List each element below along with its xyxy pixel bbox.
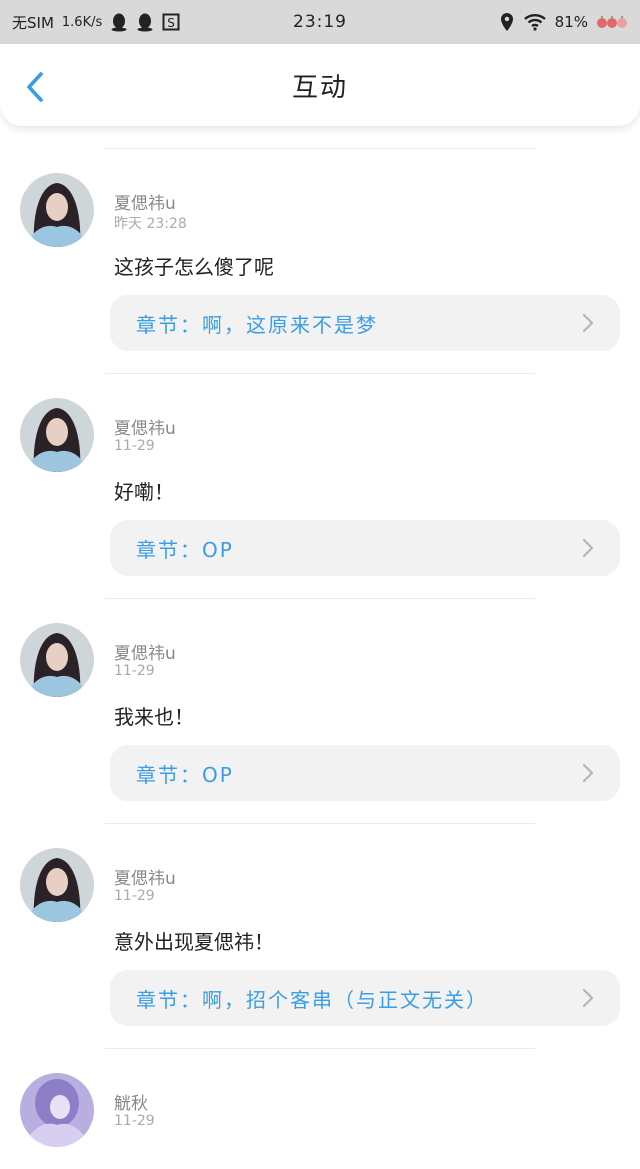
- chapter-label: 章节：OP: [136, 762, 234, 787]
- chapter-label: 章节：啊，招个客串（与正文无关）: [136, 987, 488, 1012]
- list-item: 夏偲祎u 11-29 意外出现夏偲祎！ 章节：啊，招个客串（与正文无关）: [0, 824, 640, 1048]
- status-bar: 无SIM 1.6K/s S 23:19 81%: [0, 0, 640, 44]
- avatar[interactable]: [20, 848, 94, 922]
- battery-percent: 81%: [554, 13, 588, 31]
- username[interactable]: 夏偲祎u: [114, 864, 176, 889]
- chevron-left-icon: [27, 72, 43, 102]
- chapter-link[interactable]: 章节：啊，这原来不是梦: [110, 295, 620, 351]
- username[interactable]: 夏偲祎u: [114, 414, 176, 439]
- avatar[interactable]: [20, 623, 94, 697]
- timestamp: 11-29: [114, 663, 155, 679]
- list-item: 觥秋 11-29: [0, 1049, 640, 1169]
- timestamp: 昨天 23:28: [114, 216, 187, 232]
- location-icon: [499, 12, 515, 32]
- carrier-label: 无SIM: [12, 13, 54, 32]
- qq-icon: [110, 12, 128, 32]
- username[interactable]: 夏偲祎u: [114, 189, 176, 214]
- svg-text:S: S: [167, 16, 175, 30]
- username[interactable]: 觥秋: [114, 1089, 148, 1114]
- app-s-icon: S: [162, 13, 180, 31]
- network-speed: 1.6K/s: [61, 14, 103, 30]
- list-item: 夏偲祎u 11-29 好嘞！ 章节：OP: [0, 374, 640, 598]
- username[interactable]: 夏偲祎u: [114, 639, 176, 664]
- comment-text: 我来也！: [114, 705, 194, 729]
- chevron-right-icon: [582, 988, 594, 1008]
- list-item: 夏偲祎u 11-29 我来也！ 章节：OP: [0, 599, 640, 823]
- app-header: 互动: [0, 44, 640, 126]
- page-title: 互动: [291, 72, 348, 103]
- battery-icon: [596, 14, 630, 30]
- chapter-link[interactable]: 章节：啊，招个客串（与正文无关）: [110, 970, 620, 1026]
- timestamp: 11-29: [114, 438, 155, 454]
- comment-text: 好嘞！: [114, 480, 174, 504]
- chapter-label: 章节：OP: [136, 537, 234, 562]
- avatar[interactable]: [20, 173, 94, 247]
- timestamp: 11-29: [114, 888, 155, 904]
- comment-list: 夏偲祎u 昨天 23:28 这孩子怎么傻了呢 章节：啊，这原来不是梦 夏偲祎u …: [0, 148, 640, 1169]
- chevron-right-icon: [582, 763, 594, 783]
- chapter-label: 章节：啊，这原来不是梦: [136, 312, 378, 337]
- list-item: 夏偲祎u 昨天 23:28 这孩子怎么傻了呢 章节：啊，这原来不是梦: [0, 149, 640, 373]
- avatar[interactable]: [20, 1073, 94, 1147]
- chapter-link[interactable]: 章节：OP: [110, 745, 620, 801]
- comment-text: 这孩子怎么傻了呢: [114, 255, 274, 279]
- back-button[interactable]: [18, 70, 52, 104]
- chevron-right-icon: [582, 313, 594, 333]
- chevron-right-icon: [582, 538, 594, 558]
- qq-icon: [136, 12, 154, 32]
- timestamp: 11-29: [114, 1113, 155, 1129]
- wifi-icon: [523, 13, 547, 31]
- comment-text: 意外出现夏偲祎！: [114, 930, 274, 954]
- chapter-link[interactable]: 章节：OP: [110, 520, 620, 576]
- avatar[interactable]: [20, 398, 94, 472]
